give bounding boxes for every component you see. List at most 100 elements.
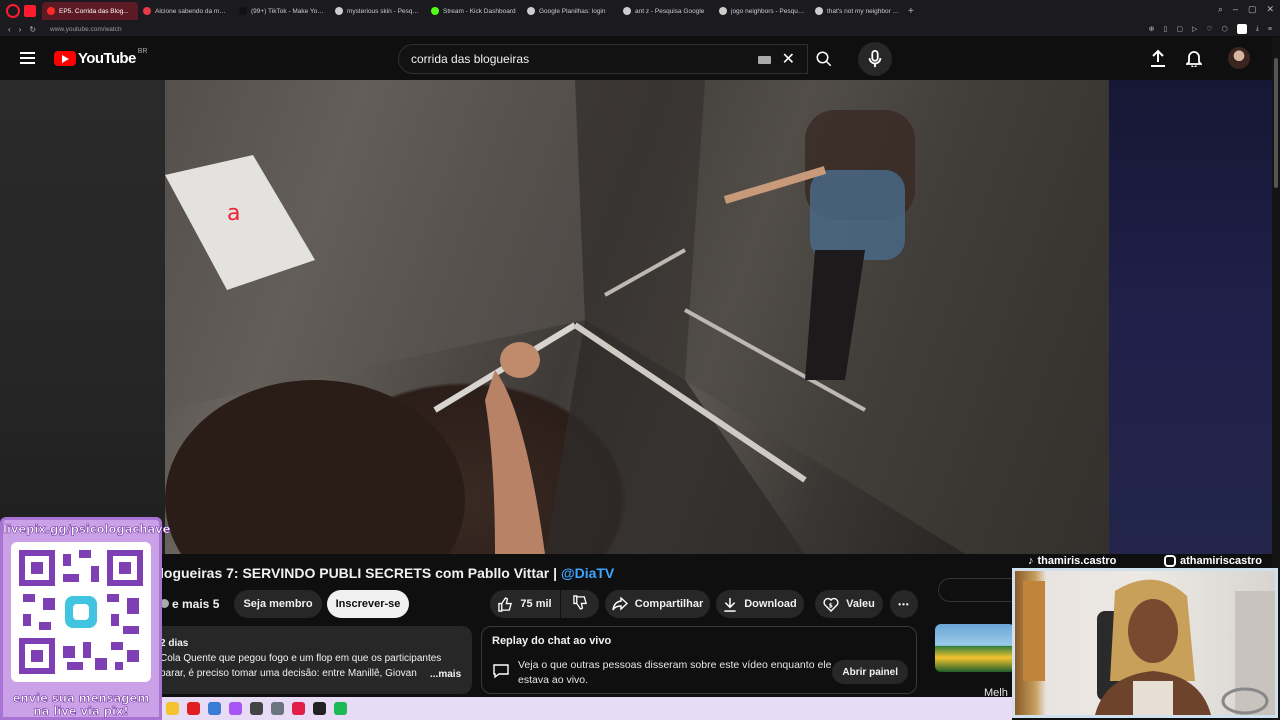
more-actions-icon: ••• xyxy=(898,599,910,609)
opera-icon[interactable] xyxy=(187,702,200,715)
subscribe-label: Inscrever-se xyxy=(335,598,401,610)
svg-text:$: $ xyxy=(829,602,833,609)
url-field[interactable]: www.youtube.com/watch xyxy=(50,26,122,33)
video-title: logueiras 7: SERVINDO PUBLI SECRETS com … xyxy=(160,565,614,581)
browser-tab[interactable]: ant z - Pesquisa Google xyxy=(618,2,714,20)
instagram-handle: athamiriscastro xyxy=(1164,555,1262,567)
join-button[interactable]: Seja membro xyxy=(234,590,322,618)
live-chat-replay: Replay do chat ao vivo Veja o que outras… xyxy=(481,626,917,694)
maximize-button[interactable]: ▢ xyxy=(1248,4,1257,15)
subscribe-button[interactable]: Inscrever-se xyxy=(327,590,409,618)
voice-search-button[interactable] xyxy=(858,42,892,76)
collab-label: e mais 5 xyxy=(172,597,220,611)
tab-label: that's not my neighbor - P... xyxy=(827,7,901,15)
profile-icon[interactable] xyxy=(1236,24,1247,34)
qr-code xyxy=(11,542,151,682)
back-icon[interactable]: ‹ xyxy=(8,25,11,34)
spotify-icon[interactable] xyxy=(334,702,347,715)
tab-label: mysterious skin - Pesquis... xyxy=(347,7,421,15)
tab-label: (99+) TikTok - Make Your... xyxy=(251,7,325,15)
browser-tab[interactable]: that's not my neighbor - P... xyxy=(810,2,906,20)
tab-favicon-icon xyxy=(815,7,823,15)
address-bar: ‹ › ↻ www.youtube.com/watch ⊕ ▯ ▢ ▷ ♡ ⬡ … xyxy=(0,22,1280,36)
create-button[interactable] xyxy=(1150,49,1166,72)
folder-icon[interactable] xyxy=(166,702,179,715)
obs-icon[interactable] xyxy=(313,702,326,715)
ambient-left xyxy=(0,80,165,554)
scrollbar-thumb[interactable] xyxy=(1274,58,1278,188)
clear-search-icon[interactable]: ✕ xyxy=(782,49,795,69)
thumbs-up-icon xyxy=(498,596,513,612)
tab-favicon-icon xyxy=(527,7,535,15)
sidebar-toggle-icon[interactable] xyxy=(24,5,36,17)
share-button[interactable]: Compartilhar xyxy=(605,590,710,618)
qr-pattern xyxy=(15,546,147,678)
media-icon[interactable] xyxy=(250,702,263,715)
likes-count: 75 mil xyxy=(520,598,552,610)
thanks-button[interactable]: $ Valeu xyxy=(815,590,883,618)
notifications-button[interactable] xyxy=(1184,49,1204,72)
dislike-button[interactable] xyxy=(561,590,599,618)
svg-text:a: a xyxy=(227,201,240,226)
avatar[interactable] xyxy=(1228,47,1250,69)
extensions-icon[interactable]: ⬡ xyxy=(1222,25,1228,33)
forward-icon[interactable]: › xyxy=(19,25,22,34)
show-more-link[interactable]: ...mais xyxy=(428,667,462,682)
guide-menu-icon[interactable] xyxy=(20,52,35,64)
store-icon[interactable] xyxy=(208,702,221,715)
snapshot-icon[interactable]: ▯ xyxy=(1164,25,1168,33)
tiktok-handle: ♪ thamiris.castro xyxy=(1028,555,1116,567)
search-input[interactable]: corrida das blogueiras ✕ xyxy=(398,44,808,74)
browser-tab[interactable]: EP5. Corrida das Blog... xyxy=(42,2,138,20)
browser-tab[interactable]: mysterious skin - Pesquis... xyxy=(330,2,426,20)
new-tab-button[interactable]: + xyxy=(908,6,914,17)
close-window-button[interactable]: ✕ xyxy=(1266,4,1274,15)
keyboard-icon[interactable] xyxy=(758,56,771,64)
collab-channels[interactable]: e mais 5 xyxy=(160,597,219,611)
download-bar-icon[interactable]: ⤓ xyxy=(1256,25,1259,33)
thanks-label: Valeu xyxy=(846,598,875,610)
more-actions-button[interactable]: ••• xyxy=(890,590,918,618)
join-label: Seja membro xyxy=(243,598,313,610)
taskbar xyxy=(162,697,1012,720)
tab-favicon-icon xyxy=(143,7,151,15)
download-button[interactable]: Download xyxy=(716,590,804,618)
browser-tab[interactable]: Alcione sabendo da mort... xyxy=(138,2,234,20)
tab-favicon-icon xyxy=(719,7,727,15)
minimize-button[interactable]: – xyxy=(1233,4,1238,15)
chat-replay-title: Replay do chat ao vivo xyxy=(492,635,612,647)
thumbs-down-icon xyxy=(572,595,588,613)
opera-logo-icon[interactable] xyxy=(6,4,20,18)
browser-tab[interactable]: Stream - Kick Dashboard xyxy=(426,2,522,20)
description-box[interactable]: 2 dias Cola Quente que pegou fogo e um f… xyxy=(158,626,472,694)
filter-chips[interactable] xyxy=(938,578,1018,602)
wallet-icon[interactable]: ▢ xyxy=(1176,25,1183,33)
zoom-icon[interactable]: ⊕ xyxy=(1149,25,1155,33)
recommended-thumbnail[interactable] xyxy=(935,624,1015,672)
browser-tab[interactable]: jogo neighbors - Pesquis... xyxy=(714,2,810,20)
capcut-icon[interactable] xyxy=(292,702,305,715)
upload-icon xyxy=(1151,49,1165,67)
video-player[interactable]: a xyxy=(165,80,1109,554)
video-frame: a xyxy=(165,80,1109,554)
bookmark-heart-icon[interactable]: ♡ xyxy=(1206,25,1212,33)
search-button[interactable] xyxy=(808,44,840,74)
like-button[interactable]: 75 mil xyxy=(490,590,560,618)
reload-icon[interactable]: ↻ xyxy=(29,25,36,34)
channel-mention-link[interactable]: @DiaTV xyxy=(561,565,614,581)
download-icon xyxy=(723,597,737,612)
player-icon[interactable]: ▷ xyxy=(1192,25,1197,33)
upload-age: 2 dias xyxy=(160,638,189,649)
settings-icon[interactable] xyxy=(271,702,284,715)
window-controls: ⌕ – ▢ ✕ xyxy=(1218,4,1274,15)
browser-tab[interactable]: (99+) TikTok - Make Your... xyxy=(234,2,330,20)
menu-icon[interactable]: ≡ xyxy=(1268,26,1272,33)
livepix-overlay: livepix.gg/psicologachave envie sua mens… xyxy=(0,517,171,720)
search-tabs-icon[interactable]: ⌕ xyxy=(1218,4,1223,15)
browser-tab[interactable]: Google Planilhas: login xyxy=(522,2,618,20)
search-query: corrida das blogueiras xyxy=(411,52,530,66)
opera-gx-icon[interactable] xyxy=(229,702,242,715)
youtube-logo[interactable]: YouTube BR xyxy=(54,48,147,67)
tab-label: Google Planilhas: login xyxy=(539,7,606,15)
open-panel-button[interactable]: Abrir painel xyxy=(832,660,908,684)
